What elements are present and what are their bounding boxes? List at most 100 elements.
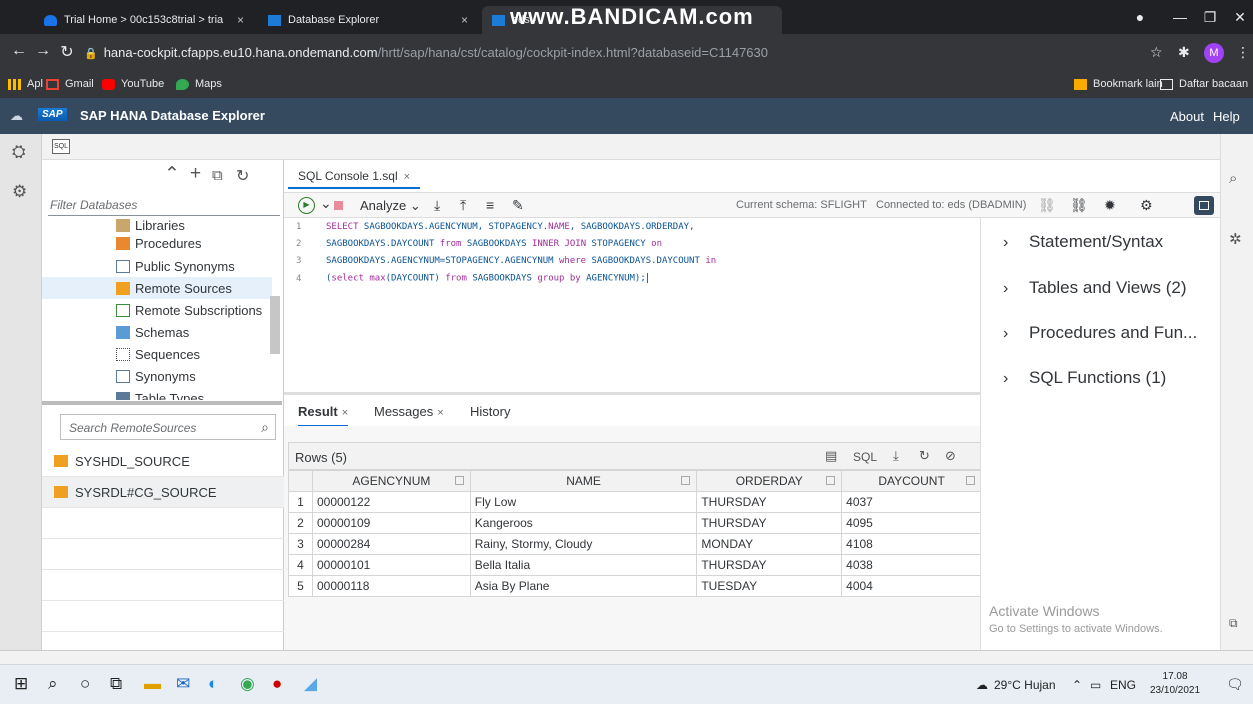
bookmark-youtube[interactable]: YouTube bbox=[102, 78, 164, 90]
close-tab-icon[interactable]: × bbox=[404, 171, 410, 183]
reload-icon[interactable]: ↻ bbox=[56, 42, 78, 62]
search-icon[interactable]: ⌕ bbox=[261, 419, 269, 436]
analyze-button[interactable]: Analyze ⌄ bbox=[360, 198, 421, 214]
debugger-icon[interactable]: ✲ bbox=[1229, 230, 1242, 248]
tab-sql-console[interactable]: SQL Console 1.sql × bbox=[288, 163, 421, 189]
app-icon[interactable]: ◢ bbox=[304, 674, 317, 694]
column-settings-icon[interactable]: ▤ bbox=[825, 448, 837, 464]
taskbar-clock[interactable]: 17.08 23/10/2021 bbox=[1150, 670, 1200, 698]
edge-icon[interactable]: ◐ bbox=[208, 674, 218, 694]
open-sql-console-icon[interactable]: SQL bbox=[52, 139, 70, 154]
collapse-icon[interactable]: ⌃ bbox=[164, 163, 180, 186]
close-tab-icon[interactable]: × bbox=[437, 407, 443, 419]
filter-databases-input[interactable]: Filter Databases bbox=[48, 194, 280, 216]
sql-code-editor[interactable]: 1 SELECT SAGBOOKDAYS.AGENCYNUM, STOPAGENC… bbox=[284, 220, 980, 392]
weather-label[interactable]: 29°C Hujan bbox=[994, 678, 1056, 692]
search-remote-sources-input[interactable]: Search RemoteSources ⌕ bbox=[60, 414, 276, 440]
close-tab-icon[interactable]: × bbox=[237, 13, 244, 27]
table-row[interactable]: 5 00000118 Asia By Plane TUESDAY 4004 bbox=[288, 575, 982, 597]
dropdown-caret-icon[interactable]: ⌄ bbox=[320, 195, 332, 212]
weather-icon[interactable]: ☁ bbox=[976, 678, 988, 692]
settings-gear-icon[interactable]: ⚙ bbox=[12, 182, 27, 202]
help-link[interactable]: Help bbox=[1213, 109, 1240, 124]
add-database-icon[interactable]: + bbox=[190, 163, 201, 185]
browser-tab-database-explorer[interactable]: Database Explorer × bbox=[258, 6, 478, 34]
star-icon[interactable]: ☆ bbox=[1150, 44, 1163, 61]
task-view-icon[interactable]: ⧉ bbox=[110, 674, 122, 694]
panel-item-procedures-functions[interactable]: › Procedures and Fun... bbox=[1003, 323, 1197, 343]
column-header-daycount[interactable]: DAYCOUNT bbox=[841, 470, 982, 492]
notifications-icon[interactable]: 🗨 bbox=[1226, 676, 1244, 693]
refresh-icon[interactable]: ↻ bbox=[236, 166, 249, 186]
battery-icon[interactable]: ▭ bbox=[1090, 678, 1101, 692]
settings-icon[interactable]: ⚙ bbox=[1140, 197, 1153, 214]
tab-history[interactable]: History bbox=[470, 402, 510, 425]
column-header-name[interactable]: NAME bbox=[469, 470, 698, 492]
bookmark-folder-other[interactable]: Bookmark lain bbox=[1074, 78, 1163, 90]
profile-icon[interactable]: ● bbox=[1120, 0, 1160, 34]
database-explorer-icon[interactable]: ⛭ bbox=[12, 142, 26, 162]
close-tab-icon[interactable]: × bbox=[461, 13, 468, 27]
file-explorer-icon[interactable]: ▬ bbox=[144, 674, 161, 694]
chrome-icon[interactable]: ◉ bbox=[240, 674, 255, 694]
connect-icon[interactable]: ⛓ bbox=[1070, 197, 1088, 214]
tab-messages[interactable]: Messages × bbox=[374, 402, 444, 425]
run-icon[interactable]: ▶ bbox=[298, 197, 315, 214]
table-row[interactable]: 1 00000122 Fly Low THURSDAY 4037 bbox=[288, 491, 982, 513]
panel-splitter[interactable] bbox=[42, 401, 282, 405]
back-icon[interactable]: ← bbox=[8, 42, 30, 60]
tree-scrollbar[interactable] bbox=[270, 296, 280, 354]
search-icon[interactable]: ⌕ bbox=[1229, 170, 1237, 187]
clear-filter-icon[interactable]: ⊘ bbox=[945, 448, 956, 464]
windows-start-icon[interactable]: ⊞ bbox=[14, 674, 28, 694]
column-header-orderday[interactable]: ORDERDAY bbox=[696, 470, 843, 492]
close-tab-icon[interactable]: × bbox=[342, 407, 348, 419]
panel-item-tables-views[interactable]: › Tables and Views (2) bbox=[1003, 278, 1187, 298]
tab-result[interactable]: Result × bbox=[298, 402, 349, 427]
tree-item-remote-sources[interactable]: Remote Sources bbox=[42, 277, 272, 299]
browser-tab-trial-home[interactable]: Trial Home > 00c153c8trial > tria × bbox=[34, 6, 254, 34]
edit-icon[interactable]: ✎ bbox=[512, 197, 524, 214]
tree-item-synonyms[interactable]: Synonyms bbox=[116, 365, 196, 387]
bandicam-icon[interactable]: ● bbox=[272, 674, 282, 694]
filter-icon[interactable] bbox=[681, 476, 691, 485]
language-indicator[interactable]: ENG bbox=[1110, 678, 1136, 692]
panel-item-sql-functions[interactable]: › SQL Functions (1) bbox=[1003, 368, 1166, 388]
tree-item-table-types[interactable]: Table Types bbox=[116, 387, 204, 400]
refresh-icon[interactable]: ↻ bbox=[919, 448, 930, 464]
bookmark-maps[interactable]: Maps bbox=[176, 78, 222, 90]
about-link[interactable]: About bbox=[1170, 109, 1204, 124]
tree-item-procedures[interactable]: Procedures bbox=[116, 232, 201, 254]
chevron-up-icon[interactable]: ⌃ bbox=[1072, 678, 1082, 692]
filter-icon[interactable] bbox=[966, 476, 975, 485]
add-group-icon[interactable]: ⧉ bbox=[212, 167, 223, 184]
sql-icon[interactable]: ⧉ bbox=[1229, 616, 1238, 631]
url-field[interactable]: 🔒 hana-cockpit.cfapps.eu10.hana.ondemand.… bbox=[84, 38, 1184, 68]
forward-icon[interactable]: → bbox=[32, 42, 54, 60]
debug-icon[interactable]: ✹ bbox=[1104, 197, 1116, 214]
search-icon[interactable]: ⌕ bbox=[48, 674, 58, 694]
table-row[interactable]: 4 00000101 Bella Italia THURSDAY 4038 bbox=[288, 554, 982, 576]
tree-item-schemas[interactable]: Schemas bbox=[116, 321, 189, 343]
close-window-icon[interactable]: ✕ bbox=[1220, 0, 1253, 34]
stop-icon[interactable] bbox=[334, 201, 343, 210]
bookmark-apps[interactable]: Apl bbox=[8, 78, 43, 90]
toggle-side-panel-icon[interactable] bbox=[1194, 196, 1214, 215]
bookmark-gmail[interactable]: Gmail bbox=[46, 78, 94, 90]
remote-source-sysrdl[interactable]: SYSRDL#CG_SOURCE bbox=[42, 477, 284, 508]
profile-avatar[interactable]: M bbox=[1204, 43, 1224, 63]
reading-list[interactable]: Daftar bacaan bbox=[1160, 78, 1248, 90]
more-menu-icon[interactable]: ⋮ bbox=[1236, 44, 1250, 61]
editor-result-splitter[interactable] bbox=[284, 392, 980, 395]
sql-view-button[interactable]: SQL bbox=[853, 450, 877, 464]
filter-icon[interactable] bbox=[826, 476, 836, 485]
format-icon[interactable]: ≡ bbox=[486, 197, 494, 213]
column-header-agencynum[interactable]: AGENCYNUM bbox=[311, 470, 471, 492]
extensions-icon[interactable]: ✱ bbox=[1178, 44, 1190, 61]
panel-item-statement-syntax[interactable]: › Statement/Syntax bbox=[1003, 232, 1163, 252]
table-row[interactable]: 2 00000109 Kangeroos THURSDAY 4095 bbox=[288, 512, 982, 534]
download-icon[interactable]: ⤓ bbox=[893, 448, 899, 464]
filter-icon[interactable] bbox=[454, 476, 464, 485]
upload-icon[interactable]: ⤒ bbox=[460, 197, 466, 214]
table-row[interactable]: 3 00000284 Rainy, Stormy, Cloudy MONDAY … bbox=[288, 533, 982, 555]
